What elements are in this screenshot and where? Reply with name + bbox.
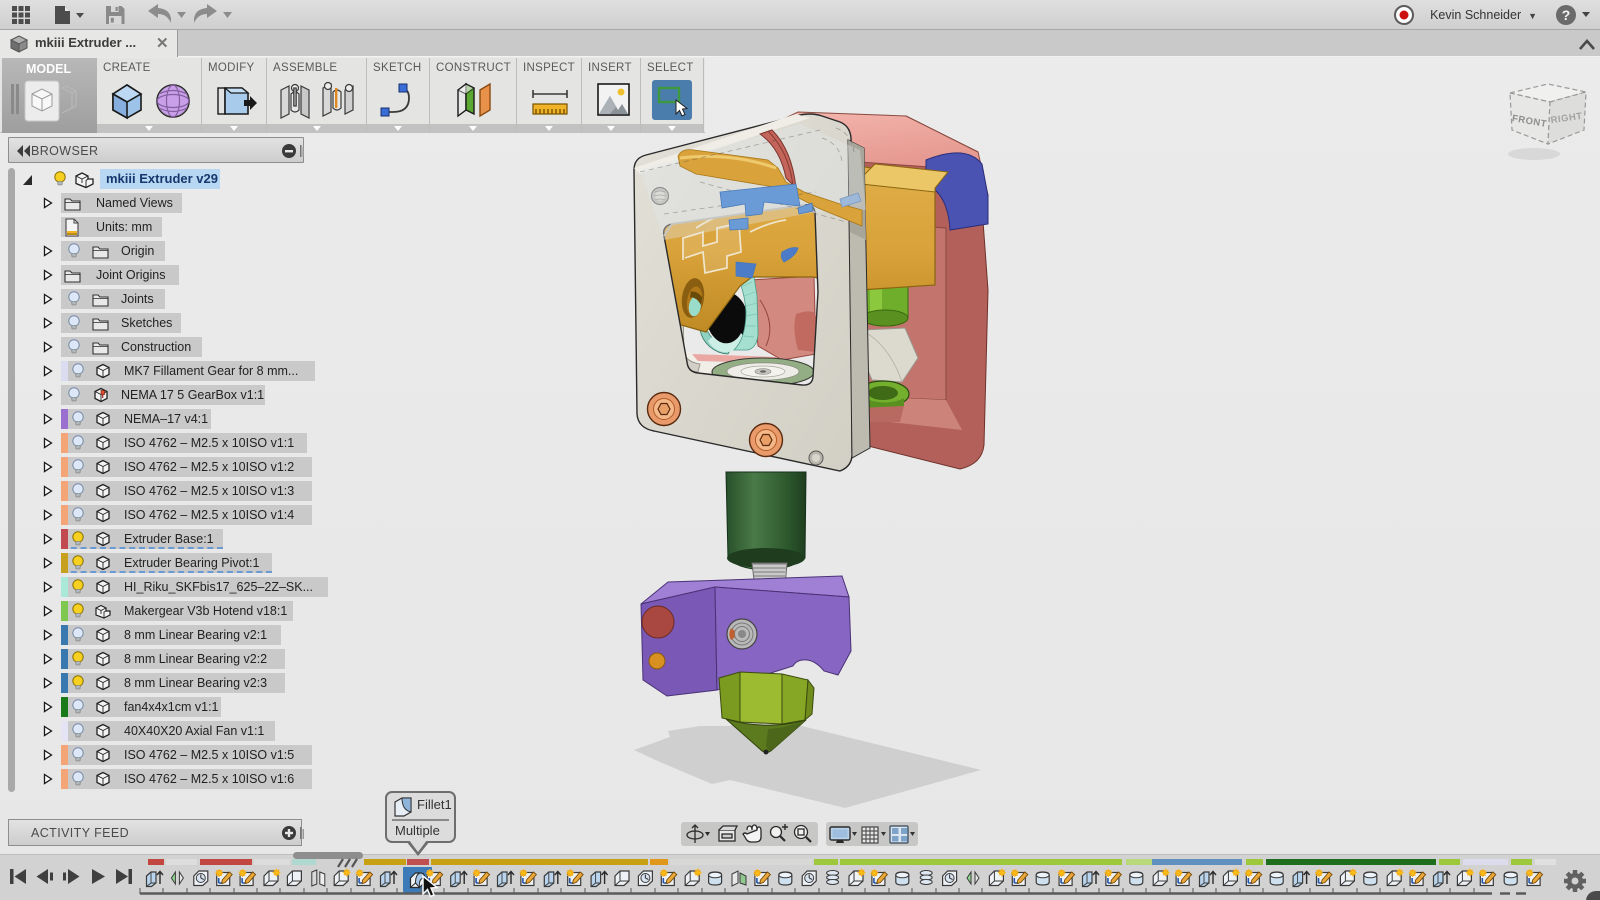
svg-text:?: ?	[1562, 7, 1571, 23]
